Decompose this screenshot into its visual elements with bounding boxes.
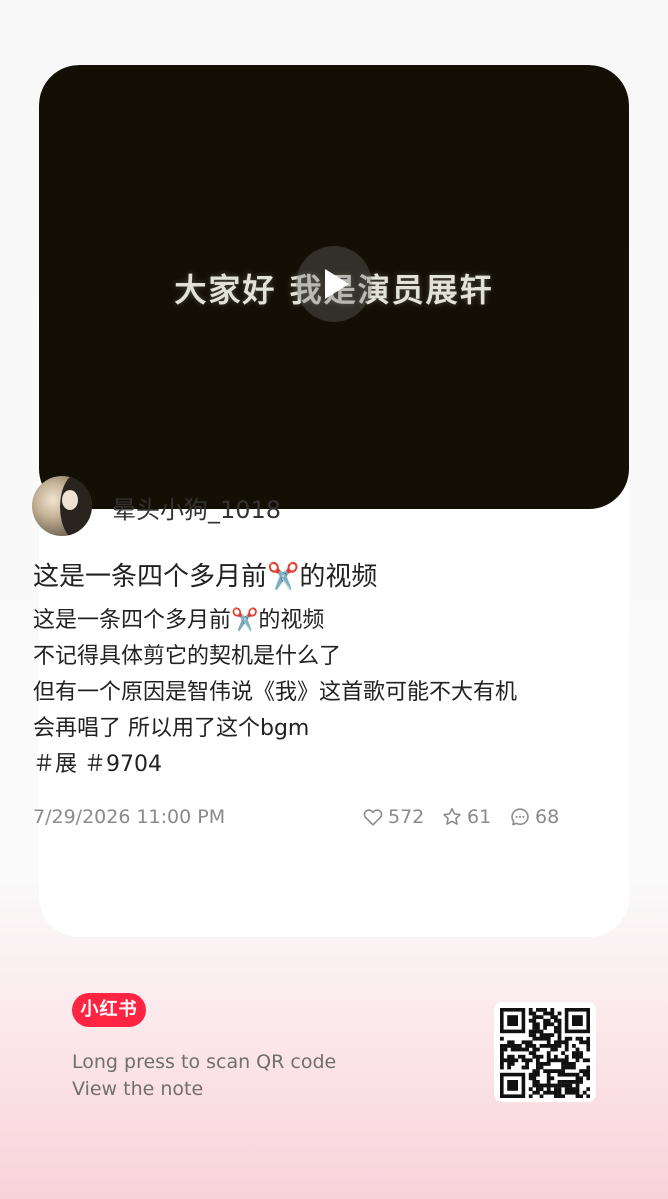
avatar[interactable]	[32, 476, 92, 536]
author-name[interactable]: 晕头小狗_1018	[112, 490, 281, 525]
video-player[interactable]: 大家好 我是演员展轩	[39, 65, 629, 509]
collect-count: 61	[467, 806, 492, 828]
play-button[interactable]	[296, 246, 372, 322]
star-icon	[443, 807, 461, 825]
note-body-line: 不记得具体剪它的契机是什么了	[33, 644, 342, 669]
hashtags[interactable]: ＃展 ＃9704	[33, 747, 563, 783]
collect-button[interactable]: 61	[441, 804, 491, 830]
note-title: 这是一条四个多月前✂️的视频	[33, 562, 378, 592]
note-body-line: 这是一条四个多月前✂️的视频	[33, 608, 325, 633]
comment-button[interactable]: 68	[509, 804, 559, 830]
scan-hint-line-2: View the note	[72, 1078, 204, 1100]
comment-count: 68	[535, 806, 560, 828]
note-body: 这是一条四个多月前✂️的视频 不记得具体剪它的契机是什么了 但有一个原因是智伟说…	[33, 603, 563, 783]
comment-icon	[511, 808, 529, 826]
note-body-line: 会再唱了 所以用了这个bgm	[33, 716, 310, 741]
scan-hint: Long press to scan QR code View the note	[72, 1049, 336, 1103]
qr-code-icon	[500, 1008, 590, 1098]
xiaohongshu-logo: 小红书	[72, 993, 146, 1027]
scan-hint-line-1: Long press to scan QR code	[72, 1051, 337, 1073]
play-icon	[325, 269, 349, 299]
avatar-face	[62, 490, 78, 510]
qr-code[interactable]	[494, 1002, 596, 1102]
heart-icon	[363, 809, 383, 826]
note-date: 7/29/2026 11:00 PM	[33, 806, 226, 828]
like-button[interactable]: 572	[362, 804, 424, 830]
like-count: 572	[388, 806, 425, 828]
note-body-line: 但有一个原因是智伟说《我》这首歌可能不大有机	[33, 680, 518, 705]
